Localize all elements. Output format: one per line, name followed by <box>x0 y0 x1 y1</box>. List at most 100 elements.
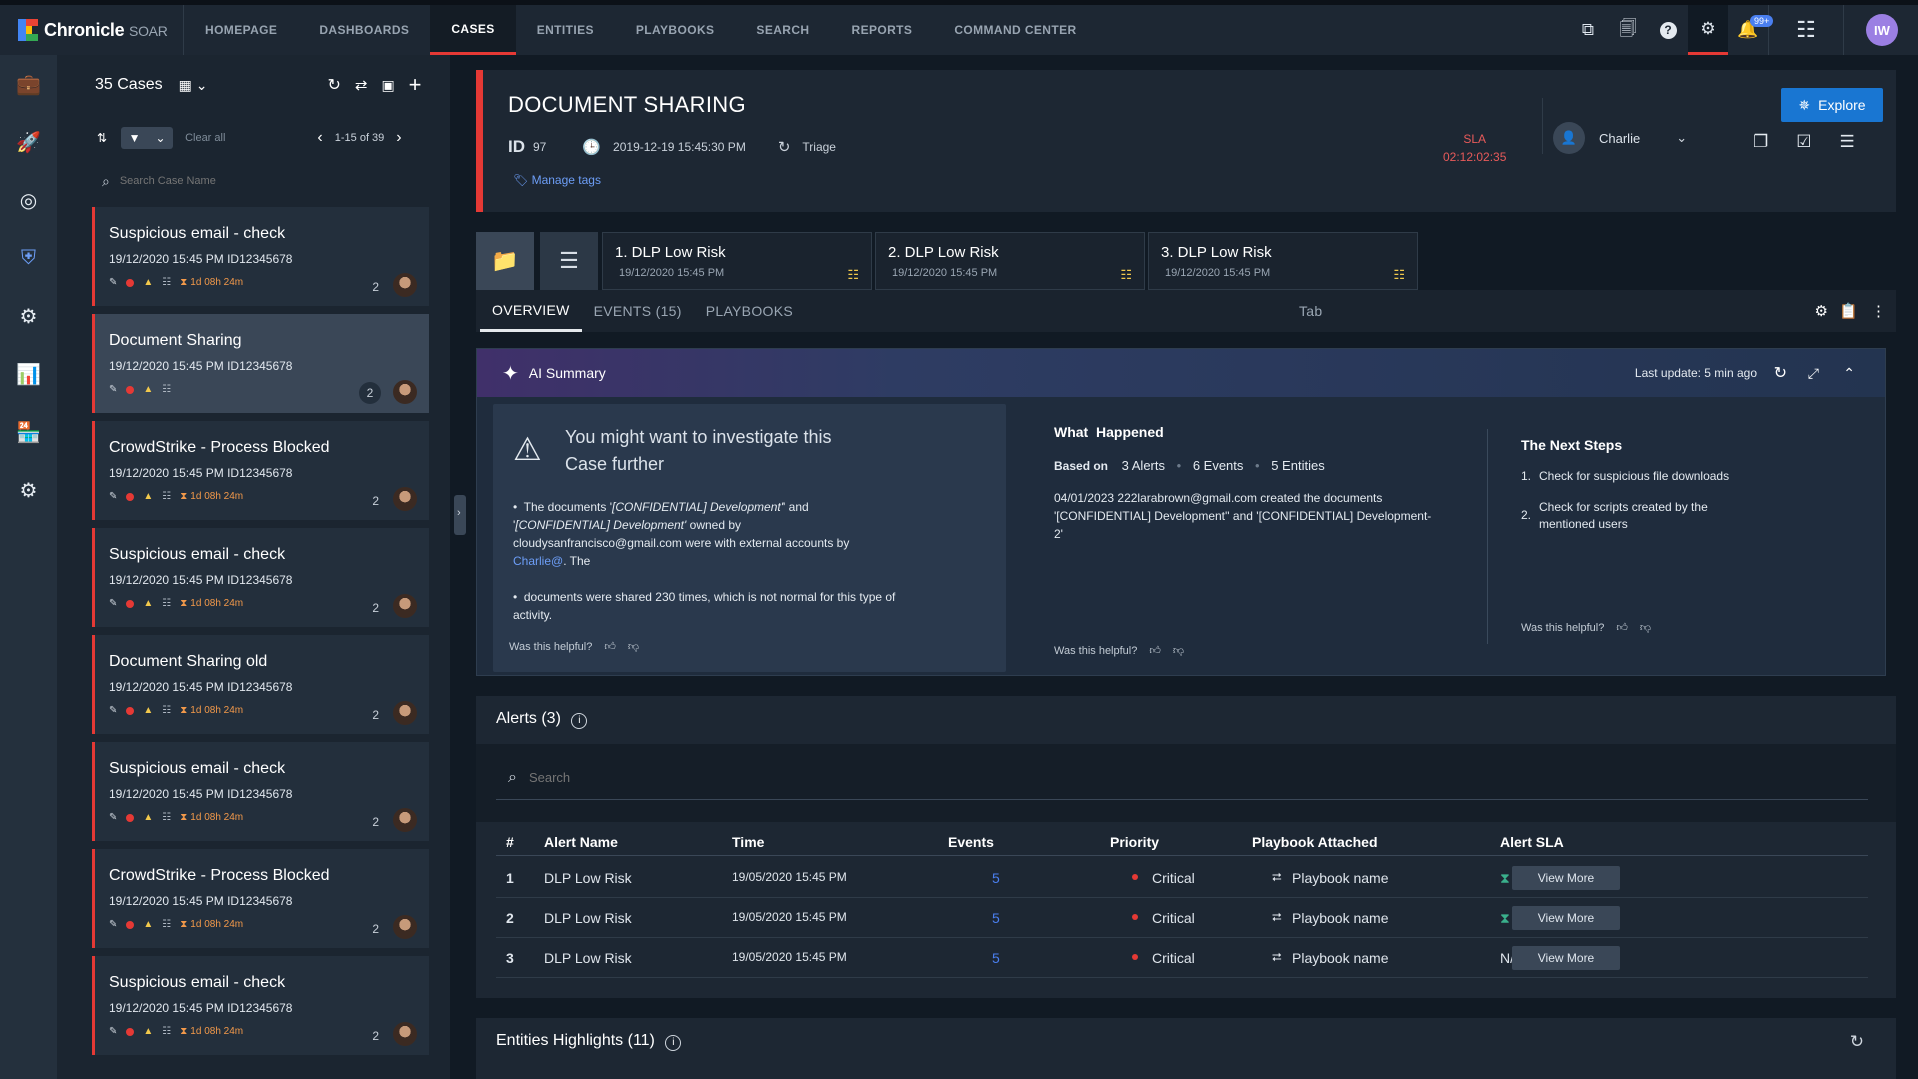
settings-icon[interactable]: ⚙ <box>0 461 57 519</box>
case-card[interactable]: CrowdStrike - Process Blocked 19/12/2020… <box>92 849 429 948</box>
chat-icon[interactable]: ❐ <box>1753 132 1768 152</box>
nav-command-center[interactable]: COMMAND CENTER <box>933 5 1097 55</box>
list-icon[interactable]: ☰ <box>1840 132 1855 152</box>
refresh-icon[interactable]: ↻ <box>1774 363 1787 383</box>
expand-icon[interactable]: ⤢ <box>1808 365 1819 382</box>
help-icon[interactable]: ? <box>1648 5 1688 55</box>
assignee-avatar[interactable] <box>393 273 417 297</box>
shield-search-icon[interactable]: ⛨ <box>0 229 57 287</box>
clear-all-link[interactable]: Clear all <box>185 132 225 144</box>
sparkle-icon: ✦ <box>502 362 519 385</box>
info-icon[interactable]: i <box>571 713 588 729</box>
nav-reports[interactable]: REPORTS <box>831 5 934 55</box>
add-case-icon[interactable]: + <box>409 72 422 98</box>
sort-icon[interactable]: ⇅ <box>97 131 107 145</box>
panel-collapse-handle[interactable]: › <box>454 495 466 535</box>
cases-icon[interactable]: 💼 <box>0 55 57 113</box>
layout-icon[interactable]: ▣ <box>381 77 394 94</box>
assignee-avatar[interactable] <box>393 915 417 939</box>
assignee-avatar[interactable] <box>393 487 417 511</box>
alert-events-link[interactable]: 5 <box>992 870 1000 886</box>
settings-gear-icon[interactable]: ⚙ <box>1688 5 1728 55</box>
assignee-avatar[interactable] <box>393 380 417 404</box>
apps-grid-icon[interactable]: ☷ <box>1769 5 1843 55</box>
alerts-search-input[interactable] <box>528 770 929 785</box>
info-icon[interactable]: i <box>665 1035 682 1051</box>
tab-overview[interactable]: OVERVIEW <box>480 290 582 332</box>
rocket-icon[interactable]: 🚀 <box>0 113 57 171</box>
more-vertical-icon[interactable]: ⋮ <box>1871 302 1886 320</box>
notifications-bell-icon[interactable]: 🔔 99+ <box>1728 5 1774 55</box>
assignee-avatar[interactable] <box>393 701 417 725</box>
reports-chart-icon[interactable]: 📊 <box>0 345 57 403</box>
tab-playbooks[interactable]: PLAYBOOKS <box>694 290 805 332</box>
thumbs-up-icon[interactable]: 👍︎ <box>1149 644 1161 657</box>
case-card[interactable]: CrowdStrike - Process Blocked 19/12/2020… <box>92 421 429 520</box>
app-logo[interactable]: Chronicle SOAR <box>0 5 184 55</box>
list-tab-icon[interactable]: ☰ <box>540 232 598 290</box>
refresh-icon[interactable]: ↻ <box>327 75 340 95</box>
thumbs-up-icon[interactable]: 👍︎ <box>604 640 616 653</box>
refresh-icon[interactable]: ↻ <box>1850 1032 1864 1052</box>
marketplace-icon[interactable]: 🏪 <box>0 403 57 461</box>
nav-entities[interactable]: ENTITIES <box>516 5 615 55</box>
tab-events[interactable]: EVENTS (15) <box>582 290 694 332</box>
alert-tab-2[interactable]: 2. DLP Low Risk 19/12/2020 15:45 PM ☷ <box>875 232 1145 290</box>
nav-cases[interactable]: CASES <box>430 5 516 55</box>
alert-tab-3[interactable]: 3. DLP Low Risk 19/12/2020 15:45 PM ☷ <box>1148 232 1418 290</box>
events-count[interactable]: 6 Events <box>1193 458 1244 473</box>
nav-search[interactable]: SEARCH <box>735 5 830 55</box>
case-meta: 19/12/2020 15:45 PM ID12345678 <box>109 680 293 694</box>
alert-events-link[interactable]: 5 <box>992 910 1000 926</box>
view-toggle-icon[interactable]: ▦ ⌄ <box>179 77 208 94</box>
tab-center-label[interactable]: Tab <box>1287 290 1334 332</box>
case-card[interactable]: Suspicious email - check 19/12/2020 15:4… <box>92 528 429 627</box>
assignee-avatar[interactable] <box>393 1022 417 1046</box>
manage-tags-link[interactable]: 🏷 Manage tags <box>513 173 601 187</box>
merge-icon[interactable]: ⇄ <box>355 76 368 94</box>
nav-playbooks[interactable]: PLAYBOOKS <box>615 5 736 55</box>
summary-doc: [CONFIDENTIAL] Development' <box>612 500 784 514</box>
alert-tab-1[interactable]: 1. DLP Low Risk 19/12/2020 15:45 PM ☷ <box>602 232 872 290</box>
user-link[interactable]: Charlie@ <box>513 554 563 568</box>
nav-homepage[interactable]: HOMEPAGE <box>184 5 298 55</box>
docs-icon[interactable]: 🗐 <box>1608 5 1648 55</box>
view-more-button[interactable]: View More <box>1512 906 1620 930</box>
radar-icon[interactable]: ◎ <box>0 171 57 229</box>
feedback-row: Was this helpful? 👍︎ 👎︎ <box>1521 621 1651 635</box>
thumbs-down-icon[interactable]: 👎︎ <box>628 640 639 653</box>
case-owner-select[interactable]: 👤 Charlie ⌄ <box>1553 122 1687 154</box>
case-search-input[interactable] <box>119 175 370 187</box>
table-row[interactable]: 1 DLP Low Risk 19/05/2020 15:45 PM 5 Cri… <box>496 858 1868 898</box>
assignee-avatar[interactable] <box>393 808 417 832</box>
automation-gear-icon[interactable]: ⚙ <box>0 287 57 345</box>
user-avatar[interactable]: IW <box>1866 14 1898 46</box>
settings-gear-icon[interactable]: ⚙ <box>1815 302 1828 320</box>
case-card[interactable]: Suspicious email - check 19/12/2020 15:4… <box>92 742 429 841</box>
folder-tab-icon[interactable]: 📁 <box>476 232 534 290</box>
clipboard-icon[interactable]: 📋 <box>1839 302 1858 320</box>
thumbs-up-icon[interactable]: 👍︎ <box>1616 621 1628 634</box>
explore-button[interactable]: ✵ Explore <box>1781 88 1883 122</box>
code-icon[interactable]: ⧉ <box>1568 5 1608 55</box>
chevron-up-icon[interactable]: ⌃ <box>1843 365 1855 382</box>
alerts-count[interactable]: 3 Alerts <box>1122 458 1165 473</box>
view-more-button[interactable]: View More <box>1512 946 1620 970</box>
filter-button[interactable]: ▼ ⌄ <box>121 127 174 149</box>
entities-count[interactable]: 5 Entities <box>1271 458 1324 473</box>
case-card[interactable]: Document Sharing old 19/12/2020 15:45 PM… <box>92 635 429 734</box>
thumbs-down-icon[interactable]: 👎︎ <box>1640 621 1651 634</box>
case-card[interactable]: Suspicious email - check 19/12/2020 15:4… <box>92 207 429 306</box>
prev-page-icon[interactable]: ‹ <box>317 129 322 147</box>
table-row[interactable]: 2 DLP Low Risk 19/05/2020 15:45 PM 5 Cri… <box>496 898 1868 938</box>
alert-events-link[interactable]: 5 <box>992 950 1000 966</box>
task-icon[interactable]: ☑ <box>1796 132 1811 152</box>
thumbs-down-icon[interactable]: 👎︎ <box>1173 644 1184 657</box>
assignee-avatar[interactable] <box>393 594 417 618</box>
case-card[interactable]: Suspicious email - check 19/12/2020 15:4… <box>92 956 429 1055</box>
view-more-button[interactable]: View More <box>1512 866 1620 890</box>
next-page-icon[interactable]: › <box>396 129 401 147</box>
case-card[interactable]: Document Sharing 19/12/2020 15:45 PM ID1… <box>92 314 429 413</box>
nav-dashboards[interactable]: DASHBOARDS <box>298 5 430 55</box>
table-row[interactable]: 3 DLP Low Risk 19/05/2020 15:45 PM 5 Cri… <box>496 938 1868 978</box>
